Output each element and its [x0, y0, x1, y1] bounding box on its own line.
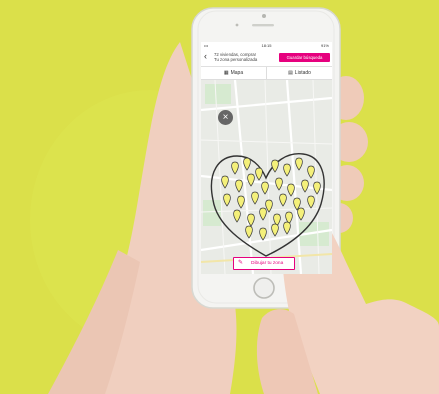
phone-screen: ••• 18:15 91% ‹ 72 viviendas, comprar Tu…: [201, 42, 332, 274]
search-title: 72 viviendas, comprar Tu zona personaliz…: [214, 52, 278, 62]
zone-name-text: Tu zona personalizada: [214, 57, 258, 62]
home-button: [253, 277, 275, 299]
list-icon: ▤: [288, 70, 293, 76]
status-bar: ••• 18:15 91%: [201, 42, 332, 49]
view-tabs: ▦ Mapa ▤ Listado: [201, 67, 332, 80]
tab-map-label: Mapa: [230, 70, 244, 76]
search-header: ‹ 72 viviendas, comprar Tu zona personal…: [201, 49, 332, 67]
map-icon: ▦: [223, 70, 229, 76]
draw-zone-button[interactable]: ✎ Dibujar tu zona: [233, 257, 295, 270]
map-view[interactable]: [201, 80, 332, 274]
save-search-button[interactable]: Guardar búsqueda: [279, 53, 330, 62]
battery-indicator: 91%: [320, 43, 329, 48]
tab-map[interactable]: ▦ Mapa: [201, 67, 267, 79]
draw-zone-label: Dibujar tu zona: [251, 261, 284, 266]
phone-speaker: [252, 24, 274, 27]
close-icon[interactable]: ×: [218, 110, 233, 125]
status-time: 18:15: [261, 43, 272, 48]
chevron-left-icon[interactable]: ‹: [204, 52, 207, 61]
phone-camera: [262, 14, 266, 18]
tab-list-label: Listado: [294, 70, 311, 76]
pencil-icon: ✎: [238, 260, 244, 266]
tab-list[interactable]: ▤ Listado: [267, 67, 332, 79]
